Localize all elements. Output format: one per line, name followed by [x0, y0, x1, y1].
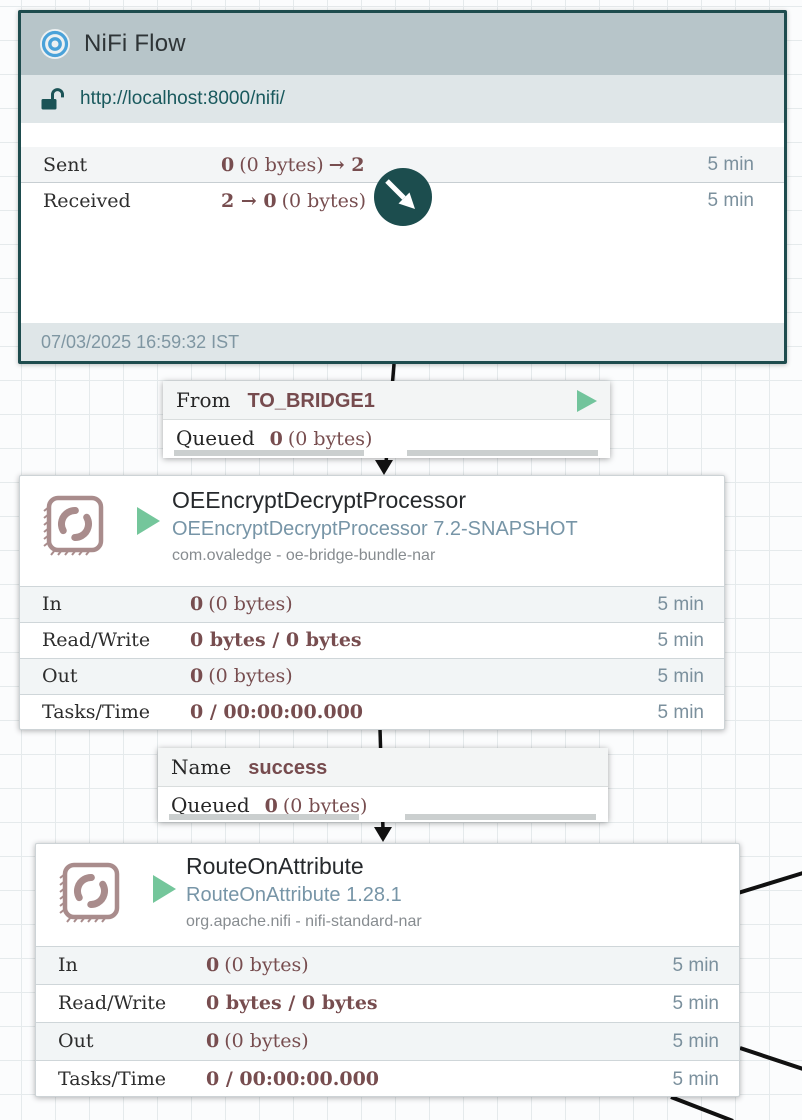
stat-label: Tasks/Time — [58, 1068, 166, 1090]
connection-label-success[interactable]: Name success Queued 0 (0 bytes) — [158, 748, 608, 822]
stat-row-out: Out 0 (0 bytes) 5 min — [20, 658, 724, 694]
stat-label: Read/Write — [42, 629, 151, 651]
stat-value: 0 bytes / 0 bytes — [190, 629, 362, 651]
stat-window: 5 min — [672, 955, 719, 976]
stat-label: Received — [43, 190, 131, 212]
connection-name-row: Name success — [158, 748, 608, 787]
stat-window: 5 min — [657, 702, 704, 723]
stat-window: 5 min — [707, 190, 754, 211]
connection-label-to-bridge1[interactable]: From TO_BRIDGE1 Queued 0 (0 bytes) — [163, 381, 610, 458]
queued-value: 0 (0 bytes) — [269, 428, 373, 450]
processor-routeonattribute[interactable]: RouteOnAttribute RouteOnAttribute 1.28.1… — [35, 843, 740, 1097]
stat-row-out: Out 0 (0 bytes) 5 min — [36, 1022, 739, 1060]
chip-sync-icon — [43, 495, 104, 556]
stat-window: 5 min — [672, 1031, 719, 1052]
stat-window: 5 min — [657, 666, 704, 687]
connection-key: Name — [171, 755, 232, 779]
stat-row-read-write: Read/Write 0 bytes / 0 bytes 5 min — [36, 984, 739, 1022]
stat-window: 5 min — [657, 594, 704, 615]
stat-value: 0 (0 bytes) — [206, 1030, 309, 1052]
run-status-play-icon — [137, 507, 160, 535]
connection-source-row: From TO_BRIDGE1 — [163, 381, 610, 420]
process-group-timestamp: 07/03/2025 16:59:32 IST — [21, 323, 784, 361]
stat-label: Tasks/Time — [42, 701, 150, 723]
process-group-title: NiFi Flow — [84, 30, 186, 57]
stat-value: 0 bytes / 0 bytes — [206, 992, 378, 1014]
arrowhead-icon — [375, 460, 393, 475]
stat-row-tasks-time: Tasks/Time 0 / 00:00:00.000 5 min — [36, 1060, 739, 1098]
process-group-stats: Sent 0 (0 bytes) → 2 5 min Received 2 → 0(… — [21, 147, 784, 219]
stat-label: Out — [58, 1030, 94, 1052]
run-status-play-icon — [153, 875, 176, 903]
process-group-url-bar: http://localhost:8000/nifi/ — [21, 75, 784, 123]
processor-text: OEEncryptDecryptProcessor OEEncryptDecry… — [172, 485, 578, 568]
unlocked-padlock-icon — [41, 87, 64, 109]
queued-label: Queued — [176, 426, 255, 450]
stat-row-tasks-time: Tasks/Time 0 / 00:00:00.000 5 min — [20, 694, 724, 730]
stat-row-in: In 0 (0 bytes) 5 min — [20, 586, 724, 622]
process-group-url[interactable]: http://localhost:8000/nifi/ — [80, 88, 285, 110]
stat-label: Sent — [43, 154, 88, 176]
stat-label: In — [42, 593, 62, 615]
process-group-nifi-flow[interactable]: NiFi Flow http://localhost:8000/nifi/ Se… — [18, 10, 787, 364]
processor-bundle: com.ovaledge - oe-bridge-bundle-nar — [172, 547, 436, 564]
stat-window: 5 min — [672, 993, 719, 1014]
processor-name: RouteOnAttribute — [186, 853, 364, 879]
stat-label: Read/Write — [58, 992, 167, 1014]
stat-value: 0 (0 bytes) — [206, 954, 309, 976]
stat-value: 0 (0 bytes) → 2 — [221, 154, 365, 176]
process-group-header: NiFi Flow — [21, 13, 784, 75]
stat-row-in: In 0 (0 bytes) 5 min — [36, 946, 739, 984]
stat-value: 0 / 00:00:00.000 — [206, 1068, 380, 1090]
queue-indicator-bar — [407, 450, 598, 456]
processor-name: OEEncryptDecryptProcessor — [172, 487, 466, 513]
play-icon — [577, 390, 597, 412]
connection-name: TO_BRIDGE1 — [247, 390, 375, 412]
stat-value: 2 → 0 (0 bytes) — [221, 190, 367, 212]
stat-label: Out — [42, 665, 78, 687]
processor-type-version: RouteOnAttribute 1.28.1 — [186, 884, 402, 906]
processor-oeencryptdecrypt[interactable]: OEEncryptDecryptProcessor OEEncryptDecry… — [19, 475, 725, 730]
stat-row-read-write: Read/Write 0 bytes / 0 bytes 5 min — [20, 622, 724, 658]
chip-sync-icon — [59, 862, 120, 923]
processor-text: RouteOnAttribute RouteOnAttribute 1.28.1… — [186, 851, 422, 934]
stat-value: 0 (0 bytes) — [190, 665, 293, 687]
stat-window: 5 min — [672, 1069, 719, 1090]
bullseye-icon — [40, 29, 70, 59]
connection-line-route-right-top[interactable] — [737, 871, 802, 895]
connection-line-route-bottom[interactable] — [670, 1095, 734, 1120]
stat-row-received: Received 2 → 0 (0 bytes) 5 min — [21, 183, 784, 219]
processor-type-version: OEEncryptDecryptProcessor 7.2-SNAPSHOT — [172, 518, 578, 540]
processor-header: RouteOnAttribute RouteOnAttribute 1.28.1… — [36, 844, 739, 946]
queue-indicator-bar — [169, 814, 359, 820]
connection-name: success — [248, 757, 328, 779]
stat-window: 5 min — [657, 630, 704, 651]
arrowhead-icon — [374, 827, 392, 842]
stat-label: In — [58, 954, 78, 976]
stat-value: 0 / 00:00:00.000 — [190, 701, 364, 723]
connection-line-route-right-bottom[interactable] — [739, 1046, 802, 1071]
connection-key: From — [176, 388, 231, 412]
processor-bundle: org.apache.nifi - nifi-standard-nar — [186, 913, 422, 930]
stat-row-sent: Sent 0 (0 bytes) → 2 5 min — [21, 147, 784, 183]
stat-value: 0 (0 bytes) — [190, 593, 293, 615]
queue-indicator-bar — [174, 450, 364, 456]
queue-indicator-bar — [405, 814, 596, 820]
stat-window: 5 min — [707, 154, 754, 175]
processor-header: OEEncryptDecryptProcessor OEEncryptDecry… — [20, 476, 724, 586]
